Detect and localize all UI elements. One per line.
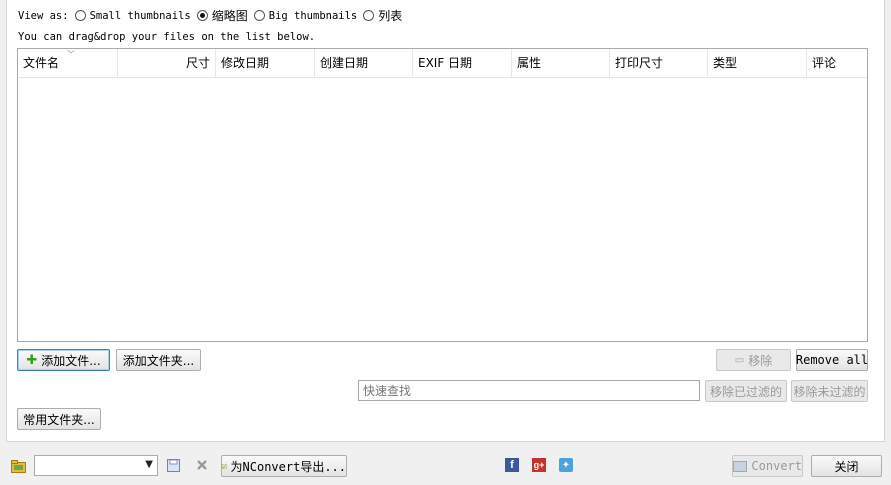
remove-all-button[interactable]: Remove all [796,349,868,371]
column-type[interactable]: 类型 [708,49,807,77]
remove-unfiltered-button[interactable]: 移除未过滤的 [791,380,868,402]
radio-big-thumbnails[interactable] [253,10,265,21]
delete-icon[interactable] [195,458,209,472]
column-size[interactable]: 尺寸 [118,49,216,77]
view-as-label: View as: [18,9,69,22]
common-folders-button[interactable]: 常用文件夹... [17,408,101,430]
save-icon[interactable] [166,458,180,472]
radio-list[interactable] [363,10,375,21]
view-option-label: Small thumbnails [89,9,191,22]
column-comment[interactable]: 评论 [807,49,867,77]
file-list[interactable]: ﹀ 文件名 尺寸 修改日期 创建日期 EXIF 日期 属性 打印尺寸 类型 评论 [17,48,868,342]
file-list-header: ﹀ 文件名 尺寸 修改日期 创建日期 EXIF 日期 属性 打印尺寸 类型 评论 [18,49,867,78]
chevron-down-icon[interactable]: ▼ [145,459,153,470]
add-files-label: 添加文件... [41,353,101,368]
convert-button[interactable]: Convert [732,455,803,477]
view-option-label: 列表 [378,9,403,23]
column-modified-date[interactable]: 修改日期 [216,49,315,77]
column-created-date[interactable]: 创建日期 [315,49,413,77]
remove-filtered-button[interactable]: 移除已过滤的 [705,380,787,402]
facebook-icon[interactable]: f [505,458,519,472]
preset-combo[interactable]: ▼ [34,455,158,476]
quick-search-input[interactable] [358,380,700,401]
script-icon [222,463,227,469]
view-option-label: Big thumbnails [268,9,358,22]
plus-icon: ✚ [26,352,38,368]
add-folder-button[interactable]: 添加文件夹... [116,349,201,371]
radio-thumbnails[interactable] [196,10,208,21]
radio-small-thumbnails[interactable] [74,10,86,21]
add-files-button[interactable]: ✚ 添加文件... [17,349,110,371]
minus-icon: ▭ [734,354,745,366]
add-folder-label: 添加文件夹... [122,353,195,368]
convert-icon [733,460,748,472]
export-nconvert-button[interactable]: 为NConvert导出... [221,455,347,477]
column-print-size[interactable]: 打印尺寸 [610,49,708,77]
twitter-icon[interactable]: ✦ [559,458,573,472]
folder-icon[interactable] [10,459,26,473]
view-option-small-thumbnails[interactable]: Small thumbnails [74,9,191,22]
view-option-label: 缩略图 [211,9,248,23]
remove-label: 移除 [748,353,773,368]
export-nconvert-label: 为NConvert导出... [230,459,346,474]
column-exif-date[interactable]: EXIF 日期 [413,49,512,77]
column-attributes[interactable]: 属性 [512,49,610,77]
view-as-group: View as: Small thumbnails 缩略图 Big thumbn… [18,7,402,24]
view-option-list[interactable]: 列表 [363,7,402,24]
convert-label: Convert [751,459,802,473]
close-button[interactable]: 关闭 [811,455,882,477]
sort-indicator-icon: ﹀ [67,50,75,59]
remove-button[interactable]: ▭ 移除 [716,349,791,371]
view-option-big-thumbnails[interactable]: Big thumbnails [253,9,358,22]
view-option-thumbnails[interactable]: 缩略图 [196,7,248,24]
drag-drop-hint: You can drag&drop your files on the list… [18,31,316,43]
googleplus-icon[interactable]: g+ [532,458,546,472]
